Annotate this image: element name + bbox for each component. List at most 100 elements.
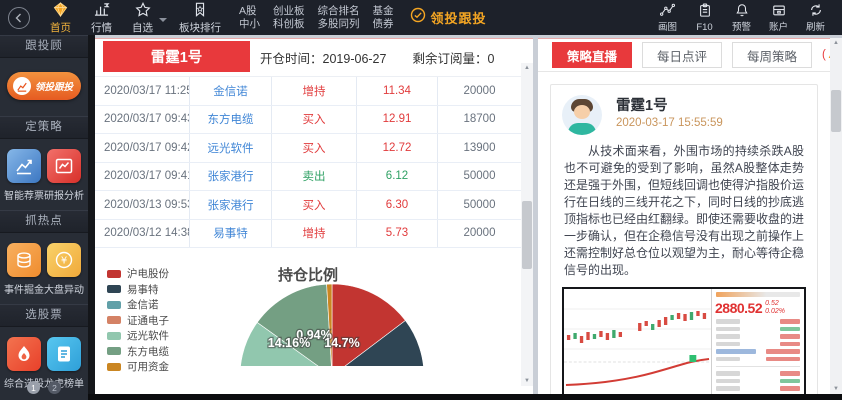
legend-item[interactable]: 金信诺 — [107, 297, 169, 313]
trade-time: 2020/03/17 09:42 — [95, 134, 190, 162]
holdings-pie-chart[interactable]: 0.94% 14.7% 14.16% — [237, 284, 427, 366]
trade-action: 买入 — [272, 191, 357, 219]
stock-link[interactable]: 东方电缆 — [190, 106, 272, 134]
quick-link-star-market[interactable]: 科创板 — [273, 19, 305, 30]
quick-link-ranking[interactable]: 综合排名 — [318, 6, 360, 17]
stock-link[interactable]: 金信诺 — [190, 77, 272, 105]
table-row[interactable]: 2020/03/17 09:43 东方电缆 买入 12.91 18700 — [95, 106, 521, 135]
scroll-down-icon[interactable]: ▼ — [830, 384, 842, 394]
main-scrollbar[interactable]: ▲ ▼ — [521, 63, 533, 386]
sidebar-item-research-reports[interactable]: 研报分析 — [44, 149, 84, 202]
quick-link-funds[interactable]: 基金 — [373, 6, 394, 17]
table-row[interactable]: 2020/03/17 09:42 远光软件 买入 12.72 13900 — [95, 134, 521, 163]
strategy-tab-leiting1[interactable]: 雷霆1号 — [103, 41, 250, 72]
stock-link[interactable]: 远光软件 — [190, 134, 272, 162]
table-row[interactable]: 2020/03/17 09:41 张家港行 卖出 6.12 50000 — [95, 163, 521, 192]
alert-button[interactable]: 预警 — [725, 0, 758, 35]
open-time-label: 开仓时间： — [260, 52, 323, 66]
scrollbar-thumb[interactable] — [522, 201, 532, 269]
stock-link[interactable]: 易事特 — [190, 220, 272, 248]
flame-icon — [7, 337, 41, 371]
scrollbar-thumb[interactable] — [831, 90, 841, 132]
trade-price: 5.73 — [357, 220, 438, 248]
legend-item[interactable]: 东方电缆 — [107, 344, 169, 360]
dropdown-caret-icon[interactable] — [159, 18, 167, 26]
table-row[interactable]: 2020/03/17 11:25 金信诺 增持 11.34 20000 — [95, 77, 521, 106]
tool-label: 预警 — [732, 23, 751, 33]
scroll-up-icon[interactable]: ▲ — [830, 38, 842, 48]
nav-home[interactable]: 首页 — [40, 0, 81, 35]
live-strategy-panel: 策略直播 每日点评 每周策略 (▲说明) 雷霆1号 2020-03-17 15:… — [538, 38, 830, 395]
quick-link-small-mid[interactable]: 中小 — [239, 19, 260, 30]
report-chart-icon — [47, 149, 81, 183]
trade-time: 2020/03/12 14:38 — [95, 220, 190, 248]
account-button[interactable]: 账户 — [762, 0, 795, 35]
trade-quantity: 20000 — [438, 77, 521, 105]
sidebar-item-smart-picks[interactable]: 智能荐票 — [4, 149, 44, 202]
quick-link-chinext[interactable]: 创业板 — [273, 6, 305, 17]
sidebar-item-market-moves[interactable]: ¥ 大盘异动 — [44, 243, 84, 296]
document-list-icon — [47, 337, 81, 371]
f10-button[interactable]: F10 — [688, 0, 721, 35]
stock-link[interactable]: 张家港行 — [190, 191, 272, 219]
tab-weekly-strategy[interactable]: 每周策略 — [732, 42, 812, 68]
tab-strategy-live[interactable]: 策略直播 — [552, 42, 632, 68]
coin-stack-icon — [7, 243, 41, 277]
nav-watchlist[interactable]: 自选 — [122, 0, 163, 35]
app-window: 首页 行情 自选 板块排行 A股 中小 创业板 科创板 综合排名 — [0, 0, 842, 400]
legend-item[interactable]: 证通电子 — [107, 313, 169, 329]
legend-swatch — [107, 363, 121, 371]
market-snapshot-image[interactable]: 2880.52 0.520.02% — [562, 287, 806, 395]
feed-timestamp: 2020-03-17 15:55:59 — [616, 117, 723, 129]
nav-quotes[interactable]: 行情 — [81, 0, 122, 35]
quick-link-bonds[interactable]: 债券 — [373, 19, 394, 30]
brand-label: 领投跟投 — [431, 8, 487, 27]
clipboard-icon — [698, 3, 712, 22]
trade-price: 11.34 — [357, 77, 438, 105]
tool-label: 画图 — [658, 23, 677, 33]
table-row[interactable]: 2020/03/12 14:38 易事特 增持 5.73 20000 — [95, 220, 521, 249]
right-scrollbar[interactable]: ▲ ▼ — [830, 38, 842, 394]
legend-item[interactable]: 远光软件 — [107, 328, 169, 344]
nav-sector-ranking[interactable]: 板块排行 — [169, 0, 231, 35]
draw-tool-button[interactable]: 画图 — [651, 0, 684, 35]
index-quote-panel: 2880.52 0.520.02% — [711, 289, 804, 395]
refresh-button[interactable]: 刷新 — [799, 0, 832, 35]
tool-label: 刷新 — [806, 23, 825, 33]
trade-price: 12.91 — [357, 106, 438, 134]
legend-item[interactable]: 易事特 — [107, 282, 169, 298]
feed-author: 雷霆1号 — [616, 97, 723, 115]
quick-link-a-shares[interactable]: A股 — [239, 6, 260, 17]
legend-swatch — [107, 316, 121, 324]
scroll-down-icon[interactable]: ▼ — [521, 376, 533, 386]
trade-quantity: 18700 — [438, 106, 521, 134]
legend-swatch — [107, 347, 121, 355]
page-dot-1[interactable]: 1 — [27, 381, 40, 394]
right-tabs: 策略直播 每日点评 每周策略 (▲说明) — [538, 39, 830, 72]
holdings-chart-area: 持仓比例 沪电股份 易事特 金信诺 证通电子 远光软件 东方电缆 可用资金 0.… — [95, 248, 533, 400]
index-change-pct: 0.02% — [765, 308, 785, 316]
brand-logo[interactable]: 领投跟投 — [410, 7, 487, 28]
tile-label: 智能荐票 — [4, 187, 44, 202]
trade-action: 增持 — [272, 77, 357, 105]
quick-link-multi-stock[interactable]: 多股同列 — [318, 19, 360, 30]
trade-quantity: 13900 — [438, 134, 521, 162]
explain-link[interactable]: (▲说明) — [822, 39, 830, 71]
page-dot-2[interactable]: 2 — [48, 381, 61, 394]
trend-line-icon — [7, 149, 41, 183]
strategy-header: 雷霆1号 开仓时间：2019-06-27 剩余订阅量：0 — [95, 39, 533, 77]
sidebar-item-event-gold[interactable]: 事件掘金 — [4, 243, 44, 296]
lingtou-gentou-button[interactable]: 领投跟投 — [7, 72, 81, 100]
brand-circle-icon — [410, 7, 426, 28]
legend-item[interactable]: 沪电股份 — [107, 266, 169, 282]
back-button[interactable] — [8, 7, 30, 29]
stock-link[interactable]: 张家港行 — [190, 163, 272, 191]
table-row[interactable]: 2020/03/13 09:53 张家港行 买入 6.30 50000 — [95, 191, 521, 220]
draw-chart-icon — [660, 3, 675, 22]
trade-action: 增持 — [272, 220, 357, 248]
scroll-up-icon[interactable]: ▲ — [521, 63, 533, 73]
tab-daily-comment[interactable]: 每日点评 — [642, 42, 722, 68]
avatar[interactable] — [562, 95, 602, 135]
pie-legend: 沪电股份 易事特 金信诺 证通电子 远光软件 东方电缆 可用资金 — [107, 266, 169, 375]
legend-item[interactable]: 可用资金 — [107, 359, 169, 375]
